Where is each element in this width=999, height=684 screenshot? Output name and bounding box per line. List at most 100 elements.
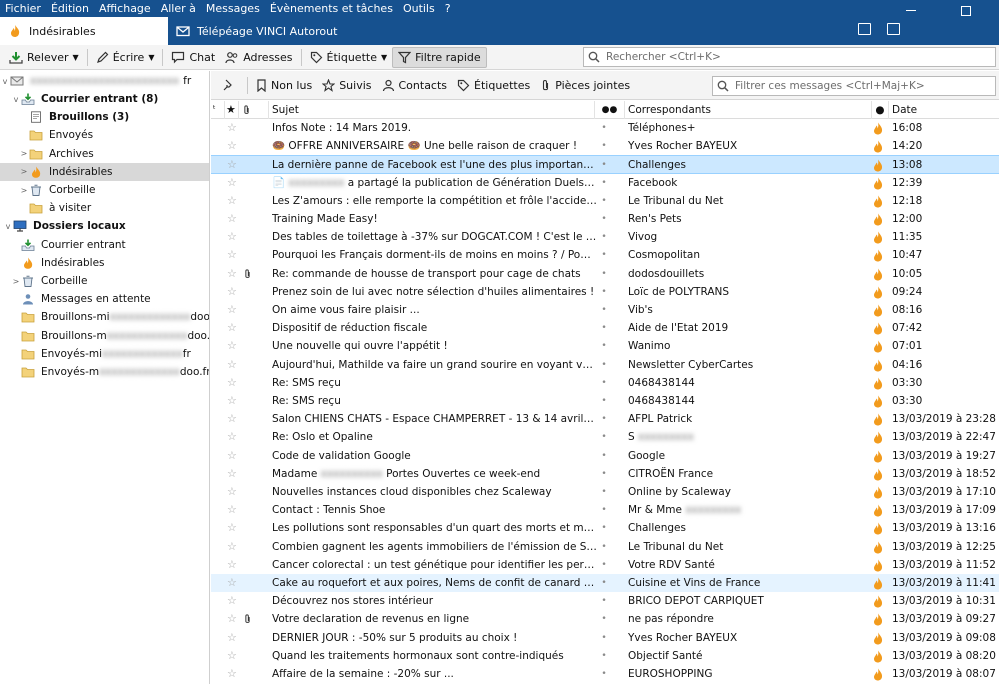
star-toggle-icon[interactable]: ☆ bbox=[227, 301, 239, 319]
date-column-header[interactable]: Date bbox=[889, 101, 999, 119]
contacts-filter-button[interactable]: Contacts bbox=[377, 75, 453, 96]
junk-flame-icon[interactable] bbox=[873, 410, 887, 428]
junk-flame-icon[interactable] bbox=[873, 283, 887, 301]
maximize-button[interactable] bbox=[961, 6, 971, 16]
folder-row[interactable]: Envoyés bbox=[0, 126, 209, 144]
attachment-column-icon[interactable] bbox=[239, 101, 269, 119]
folder-row[interactable]: Brouillons-mixxxxxxxxxxxxxdoo.fr bbox=[0, 308, 209, 326]
read-status-icon[interactable]: • bbox=[599, 319, 609, 337]
junk-flame-icon[interactable] bbox=[873, 156, 887, 174]
attachments-filter-button[interactable]: Pièces jointes bbox=[535, 75, 635, 96]
menu-item[interactable]: Outils bbox=[398, 0, 440, 17]
star-toggle-icon[interactable]: ☆ bbox=[227, 519, 239, 537]
collapse-twisty-icon[interactable]: v bbox=[0, 77, 10, 86]
message-row[interactable]: ☆ Dispositif de réduction fiscale • Aide de… bbox=[211, 319, 999, 337]
filter-messages-input[interactable]: Filtrer ces messages <Ctrl+Maj+K> bbox=[712, 76, 996, 96]
folder-row[interactable]: Courrier entrant bbox=[0, 236, 209, 254]
star-toggle-icon[interactable]: ☆ bbox=[227, 392, 239, 410]
expand-twisty-icon[interactable]: > bbox=[19, 186, 29, 195]
get-mail-button[interactable]: Relever ▼ bbox=[4, 47, 84, 68]
starred-filter-button[interactable]: Suivis bbox=[317, 75, 376, 96]
junk-flame-icon[interactable] bbox=[873, 629, 887, 647]
star-toggle-icon[interactable]: ☆ bbox=[227, 192, 239, 210]
read-status-icon[interactable]: • bbox=[599, 246, 609, 264]
message-row[interactable]: ☆ Re: Oslo et Opaline • S xxxxxxxxx 13/03/20… bbox=[211, 428, 999, 446]
star-toggle-icon[interactable]: ☆ bbox=[227, 228, 239, 246]
chevron-down-icon[interactable]: ▼ bbox=[381, 53, 387, 62]
read-column-icon[interactable]: ●● bbox=[595, 101, 625, 119]
junk-flame-icon[interactable] bbox=[873, 174, 887, 192]
message-row[interactable]: ☆ DERNIER JOUR : -50% sur 5 produits au c… bbox=[211, 629, 999, 647]
junk-flame-icon[interactable] bbox=[873, 301, 887, 319]
expand-twisty-icon[interactable]: > bbox=[11, 277, 21, 286]
star-toggle-icon[interactable]: ☆ bbox=[227, 501, 239, 519]
read-status-icon[interactable]: • bbox=[599, 356, 609, 374]
star-toggle-icon[interactable]: ☆ bbox=[227, 319, 239, 337]
tab-junk[interactable]: Indésirables bbox=[0, 17, 168, 45]
read-status-icon[interactable]: • bbox=[599, 374, 609, 392]
folder-row[interactable]: > Corbeille bbox=[0, 181, 209, 199]
folder-row[interactable]: v Courrier entrant (8) bbox=[0, 90, 209, 108]
read-status-icon[interactable]: • bbox=[599, 265, 609, 283]
junk-flame-icon[interactable] bbox=[873, 647, 887, 665]
collapse-twisty-icon[interactable]: v bbox=[3, 222, 13, 231]
address-book-button[interactable]: Adresses bbox=[220, 47, 297, 68]
junk-flame-icon[interactable] bbox=[873, 519, 887, 537]
read-status-icon[interactable]: • bbox=[599, 192, 609, 210]
read-status-icon[interactable]: • bbox=[599, 629, 609, 647]
junk-flame-icon[interactable] bbox=[873, 501, 887, 519]
folder-row[interactable]: > Corbeille bbox=[0, 272, 209, 290]
message-row[interactable]: ☆ Training Made Easy! • Ren's Pets 12:00 bbox=[211, 210, 999, 228]
message-row[interactable]: ☆ Les Z'amours : elle remporte la compéti… bbox=[211, 192, 999, 210]
read-status-icon[interactable]: • bbox=[599, 283, 609, 301]
menu-item[interactable]: Messages bbox=[201, 0, 265, 17]
message-row[interactable]: ☆ Découvrez nos stores intérieur • BRICO DE… bbox=[211, 592, 999, 610]
thread-column-icon[interactable]: ᵗ bbox=[213, 101, 225, 119]
junk-flame-icon[interactable] bbox=[873, 210, 887, 228]
correspondents-column-header[interactable]: Correspondants bbox=[625, 101, 872, 119]
expand-twisty-icon[interactable]: > bbox=[19, 149, 29, 158]
junk-flame-icon[interactable] bbox=[873, 665, 887, 683]
read-status-icon[interactable]: • bbox=[599, 228, 609, 246]
message-row[interactable]: ☆ 📄 xxxxxxxxx a partagé la publication de… bbox=[211, 174, 999, 192]
junk-flame-icon[interactable] bbox=[873, 465, 887, 483]
account-row[interactable]: v xxxxxxxxxxxxxxxxxxxxxxxx fr bbox=[0, 72, 209, 90]
message-row[interactable]: ☆ Infos Note : 14 Mars 2019. • Téléphones+ 1… bbox=[211, 119, 999, 137]
message-row[interactable]: ☆ Votre declaration de revenus en ligne • n… bbox=[211, 610, 999, 628]
star-toggle-icon[interactable]: ☆ bbox=[227, 156, 239, 174]
junk-flame-icon[interactable] bbox=[873, 356, 887, 374]
junk-flame-icon[interactable] bbox=[873, 228, 887, 246]
folder-row[interactable]: Indésirables bbox=[0, 254, 209, 272]
star-toggle-icon[interactable]: ☆ bbox=[227, 483, 239, 501]
star-toggle-icon[interactable]: ☆ bbox=[227, 119, 239, 137]
tab-message[interactable]: Télépéage VINCI Autoroutes bbox=[168, 17, 338, 45]
star-toggle-icon[interactable]: ☆ bbox=[227, 610, 239, 628]
junk-column-icon[interactable]: ● bbox=[872, 101, 889, 119]
message-row[interactable]: ☆ Des tables de toilettage à -37% sur DOG… bbox=[211, 228, 999, 246]
junk-flame-icon[interactable] bbox=[873, 137, 887, 155]
junk-flame-icon[interactable] bbox=[873, 610, 887, 628]
minimize-button[interactable] bbox=[906, 10, 916, 11]
star-toggle-icon[interactable]: ☆ bbox=[227, 374, 239, 392]
message-row[interactable]: ☆ Re: SMS reçu • 0468438144 03:30 bbox=[211, 392, 999, 410]
read-status-icon[interactable]: • bbox=[599, 447, 609, 465]
folder-row[interactable]: > Archives bbox=[0, 145, 209, 163]
quick-filter-button[interactable]: Filtre rapide bbox=[392, 46, 487, 68]
read-status-icon[interactable]: • bbox=[599, 610, 609, 628]
star-toggle-icon[interactable]: ☆ bbox=[227, 647, 239, 665]
message-row[interactable]: ☆ Cake au roquefort et aux poires, Nems d… bbox=[211, 574, 999, 593]
message-row[interactable]: ☆ Re: SMS reçu • 0468438144 03:30 bbox=[211, 374, 999, 392]
menu-item[interactable]: Affichage bbox=[94, 0, 156, 17]
read-status-icon[interactable]: • bbox=[599, 538, 609, 556]
star-toggle-icon[interactable]: ☆ bbox=[227, 465, 239, 483]
junk-flame-icon[interactable] bbox=[873, 483, 887, 501]
global-search-input[interactable]: Rechercher <Ctrl+K> bbox=[583, 47, 996, 67]
star-toggle-icon[interactable]: ☆ bbox=[227, 337, 239, 355]
chevron-down-icon[interactable]: ▼ bbox=[73, 53, 79, 62]
junk-flame-icon[interactable] bbox=[873, 319, 887, 337]
message-row[interactable]: ☆ Prenez soin de lui avec notre sélection… bbox=[211, 283, 999, 301]
read-status-icon[interactable]: • bbox=[599, 501, 609, 519]
tags-filter-button[interactable]: Étiquettes bbox=[452, 75, 535, 96]
star-toggle-icon[interactable]: ☆ bbox=[227, 410, 239, 428]
message-row[interactable]: ☆ Re: commande de housse de transport pou… bbox=[211, 265, 999, 283]
